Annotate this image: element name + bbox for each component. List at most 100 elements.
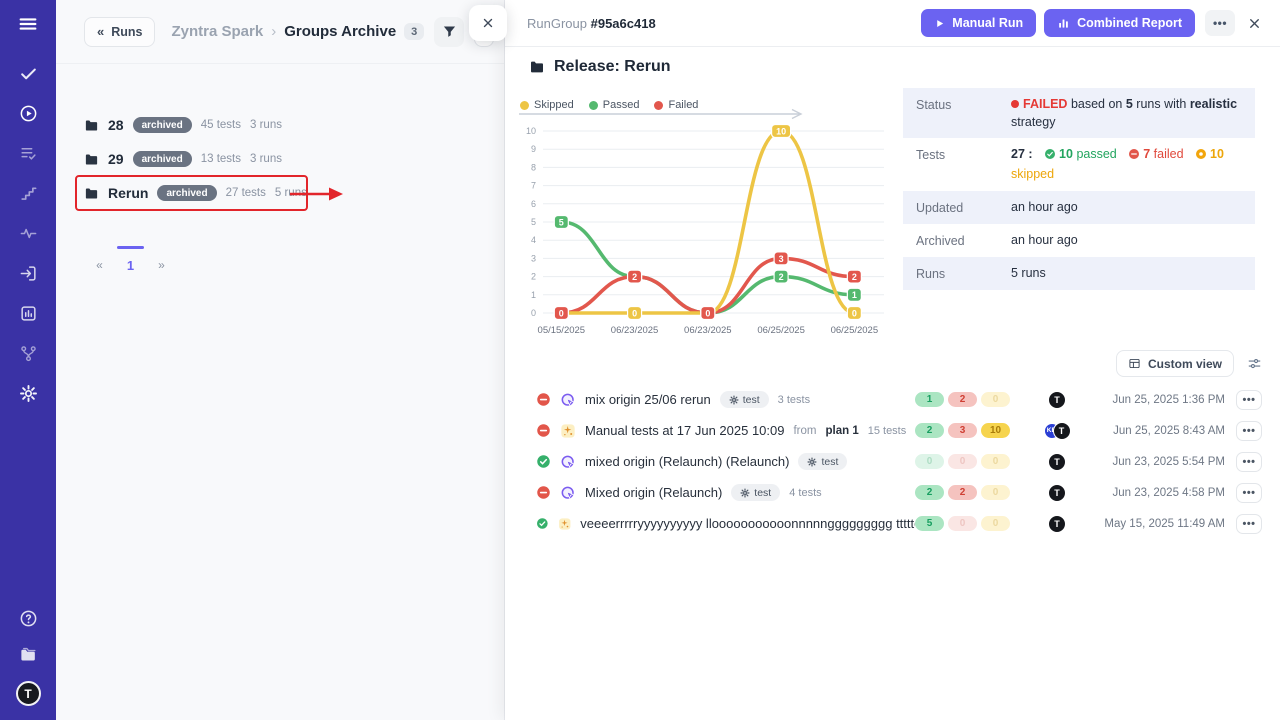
group-runs-count: 3 runs [250, 119, 282, 131]
run-tag-pill[interactable]: test [731, 484, 780, 501]
automated-run-icon [560, 454, 576, 470]
nav-item-branch[interactable] [19, 344, 38, 363]
sliders-icon [1247, 356, 1262, 371]
back-to-runs-button[interactable]: « Runs [84, 17, 155, 47]
gear-icon [740, 488, 750, 498]
breadcrumb-project[interactable]: Zyntra Spark [171, 23, 263, 40]
manual-run-icon [558, 516, 572, 532]
avatar-t: T [1048, 484, 1066, 502]
count-pill: 0 [981, 454, 1010, 469]
run-title[interactable]: mixed origin (Relaunch) (Relaunch) [585, 454, 789, 469]
nav-item-play-circle[interactable] [19, 104, 38, 123]
run-more-button[interactable]: ••• [1236, 483, 1262, 503]
group-row-29[interactable]: 29archived13 tests3 runs [84, 142, 282, 176]
run-more-button[interactable]: ••• [1236, 421, 1262, 441]
avatar-t: T [1048, 391, 1066, 409]
legend-label: Failed [668, 99, 698, 111]
nav-item-check[interactable] [19, 64, 38, 83]
nav-item-help[interactable] [19, 609, 38, 628]
import-icon [19, 264, 38, 283]
archived-label: Archived [916, 231, 1011, 250]
breadcrumb-current-page: Groups Archive [284, 23, 396, 40]
user-avatar[interactable]: T [16, 681, 41, 706]
nav-item-steps[interactable] [19, 184, 38, 203]
filter-button[interactable] [434, 17, 464, 47]
group-name: Rerun [108, 185, 148, 201]
run-more-button[interactable]: ••• [1236, 514, 1262, 534]
panel-close-button[interactable] [469, 5, 507, 41]
nav-item-pulse[interactable] [19, 224, 38, 243]
count-pill: 0 [948, 516, 977, 531]
legend-item-passed[interactable]: Passed [589, 99, 640, 111]
run-more-button[interactable]: ••• [1236, 390, 1262, 410]
run-tests-count: 15 tests [868, 425, 907, 437]
run-failed-icon [536, 392, 551, 407]
legend-item-skipped[interactable]: Skipped [520, 99, 574, 111]
group-row-rerun[interactable]: Rerunarchived27 tests5 runs [84, 176, 307, 210]
pagination-next[interactable]: » [146, 246, 177, 279]
run-row-2[interactable]: Manual tests at 17 Jun 2025 10:09frompla… [505, 415, 1280, 446]
group-row-28[interactable]: 28archived45 tests3 runs [84, 108, 282, 142]
tests-value: 27 : 10 passed 7 failed 10 skipped [1011, 145, 1242, 183]
svg-text:5: 5 [531, 217, 536, 227]
pagination-prev[interactable]: « [84, 246, 115, 279]
release-title-text: Release: Rerun [554, 58, 671, 76]
more-options-button[interactable]: ••• [1205, 10, 1235, 36]
svg-text:2: 2 [852, 272, 857, 282]
count-pill: 2 [948, 392, 977, 407]
count-pill: 2 [915, 423, 944, 438]
run-title[interactable]: Mixed origin (Relaunch) [585, 485, 722, 500]
pagination-page-1[interactable]: 1 [115, 246, 146, 279]
failed-dot-icon [1011, 100, 1019, 108]
runs-value: 5 runs [1011, 264, 1242, 283]
info-row-updated: Updated an hour ago [903, 191, 1255, 224]
legend-dot [654, 101, 663, 110]
archived-value: an hour ago [1011, 231, 1242, 250]
run-row-3[interactable]: mixed origin (Relaunch) (Relaunch)test00… [505, 446, 1280, 477]
run-tests-count: 4 tests [789, 487, 821, 499]
run-tag-pill[interactable]: test [798, 453, 847, 470]
group-tests-count: 13 tests [201, 153, 241, 165]
breadcrumb-separator: › [271, 23, 276, 40]
breadcrumb: Zyntra Spark › Groups Archive 3 [171, 23, 424, 40]
count-pill: 3 [948, 423, 977, 438]
branch-icon [19, 344, 38, 363]
run-date: Jun 23, 2025 5:54 PM [1093, 456, 1225, 468]
group-tests-count: 45 tests [201, 119, 241, 131]
run-tag-pill[interactable]: test [720, 391, 769, 408]
result-pills: 120 [915, 392, 1013, 407]
custom-view-button[interactable]: Custom view [1116, 350, 1234, 377]
archived-badge: archived [133, 151, 192, 167]
run-more-button[interactable]: ••• [1236, 452, 1262, 472]
combined-report-button[interactable]: Combined Report [1044, 9, 1195, 37]
hamburger-menu-icon[interactable] [17, 13, 39, 40]
detail-close-button[interactable] [1247, 16, 1262, 31]
back-to-runs-label: Runs [111, 25, 142, 39]
view-settings-button[interactable] [1247, 356, 1262, 371]
left-panel-header: « Runs Zyntra Spark › Groups Archive 3 [56, 0, 504, 64]
run-title[interactable]: Manual tests at 17 Jun 2025 10:09 [585, 423, 784, 438]
run-title[interactable]: veeeerrrrryyyyyyyyyy llooooooooooonnnnng… [580, 516, 915, 531]
run-meta: 220TJun 23, 2025 4:58 PM••• [915, 483, 1262, 503]
run-row-1[interactable]: mix origin 25/06 reruntest3 tests120TJun… [505, 384, 1280, 415]
run-title[interactable]: mix origin 25/06 rerun [585, 392, 711, 407]
svg-text:3: 3 [779, 254, 784, 264]
run-row-5[interactable]: veeeerrrrryyyyyyyyyy llooooooooooonnnnng… [505, 508, 1280, 539]
rungroup-id: #95a6c418 [591, 16, 656, 31]
folder-icon [84, 152, 99, 167]
count-pill: 2 [915, 485, 944, 500]
run-plan-link[interactable]: plan 1 [825, 425, 858, 437]
legend-item-failed[interactable]: Failed [654, 99, 698, 111]
info-row-runs: Runs 5 runs [903, 257, 1255, 290]
nav-item-list-check[interactable] [19, 144, 38, 163]
run-row-4[interactable]: Mixed origin (Relaunch) test 4 tests 220TJu… [505, 477, 1280, 508]
nav-item-settings[interactable] [19, 384, 38, 403]
updated-label: Updated [916, 198, 1011, 217]
status-value: FAILED based on 5 runs with realistic st… [1011, 95, 1242, 131]
run-date: May 15, 2025 11:49 AM [1093, 518, 1225, 530]
manual-run-button[interactable]: Manual Run [921, 9, 1036, 37]
nav-item-report[interactable] [19, 304, 38, 323]
run-meta: 000TJun 23, 2025 5:54 PM••• [915, 452, 1262, 472]
nav-item-projects[interactable] [19, 645, 38, 664]
nav-item-import[interactable] [19, 264, 38, 283]
